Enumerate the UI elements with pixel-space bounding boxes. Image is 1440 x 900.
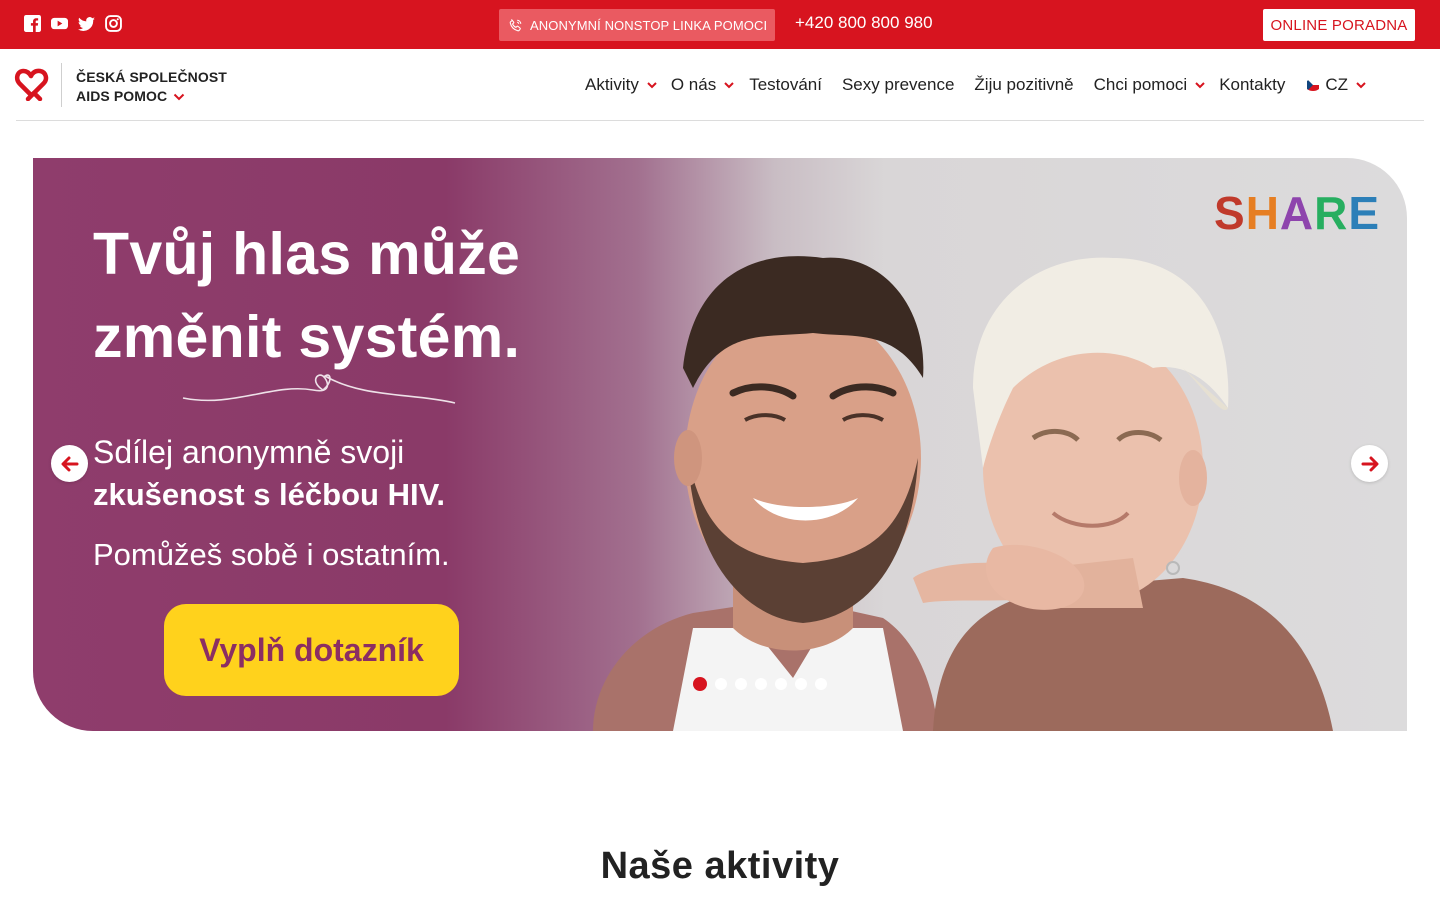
hero-slider[interactable]: Tvůj hlas může změnit systém. Sdílej ano…: [33, 158, 1407, 731]
share-logo: SHARE: [1214, 186, 1380, 240]
slider-dots: [693, 677, 827, 691]
chevron-down-icon: [1356, 82, 1366, 89]
slider-dot[interactable]: [795, 678, 807, 690]
hotline-button[interactable]: ANONYMNÍ NONSTOP LINKA POMOCI: [499, 9, 775, 41]
phone-icon: [509, 18, 522, 31]
nav-label: Chci pomoci: [1093, 75, 1188, 94]
language-label: CZ: [1325, 75, 1349, 94]
chevron-down-icon: [647, 82, 657, 89]
share-letter: S: [1214, 187, 1246, 239]
chevron-down-icon: [1195, 82, 1205, 89]
social-links: [24, 15, 122, 32]
nav-item-aktivity[interactable]: Aktivity: [585, 75, 658, 95]
twitter-icon[interactable]: [78, 15, 95, 32]
nav-label: Aktivity: [585, 75, 639, 94]
nav-label: Kontakty: [1219, 75, 1286, 94]
hero-subtitle-line1: Sdílej anonymně svoji: [93, 434, 405, 470]
logo-separator: [61, 63, 62, 107]
slider-next-button[interactable]: [1351, 445, 1388, 482]
chevron-down-icon: [724, 82, 734, 89]
logo-line2: AIDS POMOC: [76, 88, 168, 104]
hero-title: Tvůj hlas může změnit systém.: [93, 213, 520, 379]
main-nav: Aktivity O nás Testování Sexy prevence Ž…: [585, 74, 1367, 96]
hero-subtitle-line2: zkušenost s léčbou HIV.: [93, 477, 446, 512]
nav-item-o-nas[interactable]: O nás: [671, 75, 735, 95]
hero-subtitle-line3: Pomůžeš sobě i ostatním.: [93, 537, 450, 572]
hotline-label: ANONYMNÍ NONSTOP LINKA POMOCI: [530, 17, 768, 33]
share-letter: A: [1279, 187, 1315, 239]
nav-item-kontakty[interactable]: Kontakty: [1219, 75, 1285, 95]
header-divider: [16, 120, 1424, 121]
slider-prev-button[interactable]: [51, 445, 88, 482]
logo-text[interactable]: ČESKÁ SPOLEČNOST AIDS POMOC: [76, 68, 227, 106]
nav-item-ziju-pozitivne[interactable]: Žiju pozitivně: [974, 75, 1073, 95]
arrow-left-icon: [61, 456, 78, 471]
logo-line1: ČESKÁ SPOLEČNOST: [76, 69, 227, 85]
slider-dot[interactable]: [755, 678, 767, 690]
nav-item-sexy-prevence[interactable]: Sexy prevence: [842, 75, 954, 95]
chevron-down-icon[interactable]: [173, 93, 185, 101]
logo-ribbon-icon[interactable]: [14, 65, 54, 101]
nav-label: O nás: [670, 75, 717, 94]
czech-flag-icon: [1307, 79, 1320, 91]
slider-dot[interactable]: [735, 678, 747, 690]
language-switcher[interactable]: CZ: [1305, 75, 1367, 95]
facebook-icon[interactable]: [24, 15, 41, 32]
arrow-right-icon: [1361, 456, 1378, 471]
hero-title-line2: změnit systém.: [93, 304, 521, 370]
nav-label: Žiju pozitivně: [974, 75, 1074, 94]
top-bar: ANONYMNÍ NONSTOP LINKA POMOCI +420 800 8…: [0, 0, 1440, 49]
share-letter: H: [1245, 187, 1280, 239]
online-counseling-button[interactable]: ONLINE PORADNA: [1263, 9, 1415, 41]
youtube-icon[interactable]: [51, 15, 68, 32]
hero-title-line1: Tvůj hlas může: [93, 221, 521, 287]
slider-dot[interactable]: [815, 678, 827, 690]
slider-dot[interactable]: [715, 678, 727, 690]
nav-item-chci-pomoci[interactable]: Chci pomoci: [1094, 75, 1207, 95]
activities-section-title: Naše aktivity: [600, 845, 840, 887]
instagram-icon[interactable]: [105, 15, 122, 32]
share-logo-text: SHARE: [1214, 186, 1380, 240]
share-letter: R: [1314, 187, 1349, 239]
slider-dot[interactable]: [775, 678, 787, 690]
questionnaire-button[interactable]: Vyplň dotazník: [164, 604, 459, 696]
share-letter: E: [1348, 187, 1381, 239]
nav-item-testovani[interactable]: Testování: [749, 75, 822, 95]
nav-label: Testování: [749, 75, 822, 94]
nav-label: Sexy prevence: [841, 75, 955, 94]
slider-dot[interactable]: [693, 677, 707, 691]
phone-number[interactable]: +420 800 800 980: [795, 13, 933, 33]
